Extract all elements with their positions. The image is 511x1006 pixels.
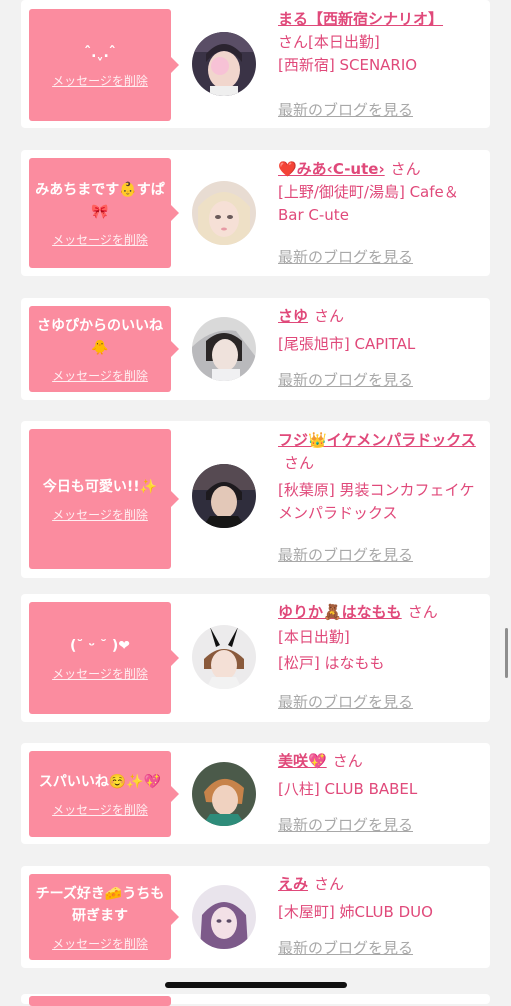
cast-info: まる【西新宿シナリオ】 さん[本日出勤] [西新宿] SCENARIO <box>278 8 484 77</box>
cast-info: えみ さん [木屋町] 姉CLUB DUO <box>278 873 484 924</box>
honorific: さん <box>314 307 345 325</box>
message-bubble: (˘ ᵕ ˘ )❤ メッセージを削除 <box>29 602 179 714</box>
cast-name-link[interactable]: フジ👑イケメンパラドックス <box>278 431 476 449</box>
message-card: スパいいね☺️✨💖 メッセージを削除 美咲💖 さん [八柱] CLUB BABEL… <box>21 743 490 844</box>
honorific: さん <box>332 752 363 770</box>
message-bubble: みあちまです👶すぱ🎀 メッセージを削除 <box>29 158 179 268</box>
avatar[interactable] <box>192 885 256 949</box>
cast-info: ゆりか🧸はなもも さん [本日出勤] [松戸] はなもも <box>278 601 484 675</box>
message-card: 今日も可愛い!!✨ メッセージを削除 フジ👑イケメンパラドックスさん [秋葉原]… <box>21 421 490 578</box>
shop-line: [八柱] CLUB BABEL <box>278 780 418 798</box>
message-text: スパいいね☺️✨💖 <box>38 773 162 790</box>
scrollbar[interactable] <box>505 628 508 678</box>
latest-blog-link[interactable]: 最新のブログを見る <box>278 544 413 565</box>
message-card: (˘ ᵕ ˘ )❤ メッセージを削除 ゆりか🧸はなもも さん [本日出勤] [松戸… <box>21 594 490 722</box>
message-text: みあちまです👶すぱ🎀 <box>35 181 165 220</box>
latest-blog-link[interactable]: 最新のブログを見る <box>278 99 413 120</box>
shop-line: [木屋町] 姉CLUB DUO <box>278 903 433 921</box>
cast-info: フジ👑イケメンパラドックスさん [秋葉原] 男装コンカフェイケメンパラドックス <box>278 429 484 525</box>
message-text: さゆぴからのいいね🐥 <box>37 317 163 356</box>
message-card: チーズ好き🧀うちも研ぎます メッセージを削除 えみ さん [木屋町] 姉CLUB … <box>21 866 490 968</box>
delete-message-link[interactable]: メッセージを削除 <box>52 935 148 952</box>
cast-info: ❤️みあ‹C-ute› さん [上野/御徒町/湯島] Cafe＆Bar C-ute <box>278 158 484 227</box>
avatar[interactable] <box>192 464 256 528</box>
avatar[interactable] <box>192 317 256 381</box>
shop-line: [松戸] はなもも <box>278 654 385 672</box>
delete-message-link[interactable]: メッセージを削除 <box>52 506 148 523</box>
message-bubble-partial <box>29 996 171 1006</box>
cast-name-link[interactable]: まる【西新宿シナリオ】 <box>278 10 443 28</box>
cast-info: さゆ さん [尾張旭市] CAPITAL <box>278 305 484 356</box>
honorific: さん <box>390 160 421 178</box>
message-text: ˆ.ˬ.ˆ <box>84 44 116 61</box>
message-bubble: 今日も可愛い!!✨ メッセージを削除 <box>29 429 179 569</box>
avatar[interactable] <box>192 762 256 826</box>
latest-blog-link[interactable]: 最新のブログを見る <box>278 814 413 835</box>
honorific: さん <box>314 875 345 893</box>
message-bubble: スパいいね☺️✨💖 メッセージを削除 <box>29 751 179 837</box>
cast-name-link[interactable]: さゆ <box>278 307 308 325</box>
message-card: みあちまです👶すぱ🎀 メッセージを削除 ❤️みあ‹C-ute› さん [上野/御徒… <box>21 150 490 276</box>
shop-line: [西新宿] SCENARIO <box>278 56 418 74</box>
home-indicator[interactable] <box>165 982 347 988</box>
latest-blog-link[interactable]: 最新のブログを見る <box>278 691 413 712</box>
delete-message-link[interactable]: メッセージを削除 <box>52 231 148 248</box>
honorific: さん <box>407 603 438 621</box>
delete-message-link[interactable]: メッセージを削除 <box>52 72 148 89</box>
honorific: さん <box>278 33 309 51</box>
message-bubble: チーズ好き🧀うちも研ぎます メッセージを削除 <box>29 874 179 960</box>
honorific: さん <box>284 454 315 472</box>
shop-line: [本日出勤] <box>308 33 380 51</box>
latest-blog-link[interactable]: 最新のブログを見る <box>278 246 413 267</box>
shop-line: [本日出勤] <box>278 628 350 646</box>
cast-name-link[interactable]: ❤️みあ‹C-ute› <box>278 160 385 178</box>
shop-line: [上野/御徒町/湯島] Cafe＆Bar C-ute <box>278 183 459 224</box>
cast-name-link[interactable]: えみ <box>278 875 308 893</box>
message-bubble: さゆぴからのいいね🐥 メッセージを削除 <box>29 306 179 392</box>
latest-blog-link[interactable]: 最新のブログを見る <box>278 937 413 958</box>
message-bubble: ˆ.ˬ.ˆ メッセージを削除 <box>29 9 179 121</box>
avatar[interactable] <box>192 625 256 689</box>
cast-name-link[interactable]: ゆりか🧸はなもも <box>278 603 402 621</box>
delete-message-link[interactable]: メッセージを削除 <box>52 367 148 384</box>
message-text: (˘ ᵕ ˘ )❤ <box>70 637 130 654</box>
avatar[interactable] <box>192 181 256 245</box>
avatar[interactable] <box>192 32 256 96</box>
message-text: チーズ好き🧀うちも研ぎます <box>35 885 165 924</box>
shop-line: [尾張旭市] CAPITAL <box>278 335 416 353</box>
delete-message-link[interactable]: メッセージを削除 <box>52 665 148 682</box>
cast-info: 美咲💖 さん [八柱] CLUB BABEL <box>278 750 484 801</box>
delete-message-link[interactable]: メッセージを削除 <box>52 801 148 818</box>
shop-line: [秋葉原] 男装コンカフェイケメンパラドックス <box>278 481 475 522</box>
message-card: さゆぴからのいいね🐥 メッセージを削除 さゆ さん [尾張旭市] CAPITAL … <box>21 298 490 400</box>
message-text: 今日も可愛い!!✨ <box>42 478 158 495</box>
latest-blog-link[interactable]: 最新のブログを見る <box>278 369 413 390</box>
cast-name-link[interactable]: 美咲💖 <box>278 752 327 770</box>
message-card: ˆ.ˬ.ˆ メッセージを削除 まる【西新宿シナリオ】 さん[本日出勤] [西新宿… <box>21 0 490 128</box>
